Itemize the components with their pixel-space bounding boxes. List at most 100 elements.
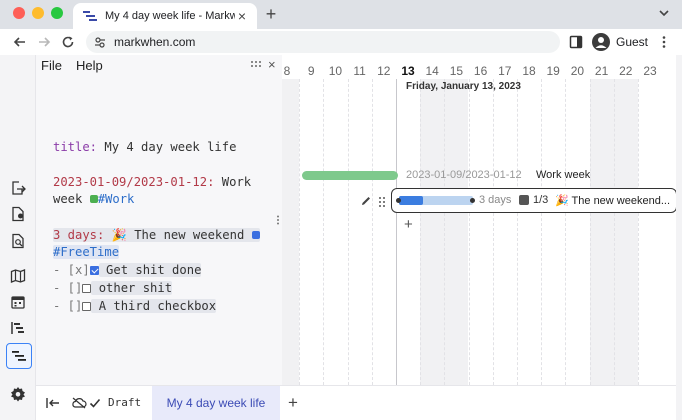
saved-check-icon [89,398,101,408]
event-bar-work-week[interactable] [302,171,398,180]
weekend-column [282,79,300,385]
browser-tab-markwhen[interactable]: My 4 day week life - Markwhen × [73,3,257,29]
address-bar[interactable]: markwhen.com [86,31,560,53]
tab-search-chevron-icon[interactable] [658,7,670,19]
weekend-column [589,79,614,385]
resize-start-handle[interactable] [396,198,401,203]
editor-menu: File Help [41,58,103,73]
freetime-duration: 3 days: [53,228,105,242]
view-sidebar [0,55,36,420]
forward-arrow-icon[interactable] [36,34,52,50]
code-line-title[interactable]: title: My 4 day week life [53,139,236,157]
today-marker-line [395,79,397,385]
day-gridline [347,79,349,385]
draft-label: Draft [108,396,142,409]
menu-file[interactable]: File [41,58,62,73]
code-line-freetime-tag[interactable]: #FreeTime [53,244,120,262]
reload-icon[interactable] [60,34,76,50]
document-tab-active[interactable]: My 4 day week life [152,386,280,420]
day-gridline [637,79,639,385]
work-event-date-range: 2023-01-09/2023-01-12 [406,169,522,181]
url-text: markwhen.com [114,35,196,49]
more-menu-icon[interactable] [656,34,672,50]
avatar-icon [592,33,610,51]
weekend-column [444,79,469,385]
add-event-button[interactable]: + [404,216,413,233]
day-gridline [541,79,543,385]
new-tab-button[interactable]: + [262,5,280,23]
day-label: 23 [643,64,657,78]
freetime-event-title: 🎉 The new weekend... [555,195,671,207]
window-close-button[interactable] [13,7,25,19]
scrollbar-track[interactable] [676,55,682,420]
work-date: 2023-01-09/2023-01-12: [53,175,215,189]
add-document-button[interactable]: + [288,393,298,413]
tab-close-icon[interactable]: × [235,9,249,23]
checkbox-2[interactable] [82,284,92,293]
work-text-1: Work [214,175,252,189]
gantt-icon[interactable] [9,319,27,337]
day-label: 18 [522,64,536,78]
panel-resize-handle-icon[interactable] [276,215,280,225]
day-gridline [492,79,494,385]
freetime-progress-fill [399,196,424,205]
file-search-icon[interactable] [9,232,27,250]
checkbox-line-1[interactable]: - [x] Get shit done [53,262,202,280]
timeline-view-icon[interactable] [6,343,32,369]
day-label: 9 [307,64,315,78]
selected-event-freetime[interactable]: 3 days 1/3 🎉 The new weekend... [391,188,677,213]
back-arrow-icon[interactable] [12,34,28,50]
checkbox-2-text: other shit [91,281,173,295]
day-label: 22 [619,64,633,78]
resize-end-handle[interactable] [470,198,475,203]
code-line-work-cont[interactable]: week #Work [53,191,134,209]
title-value: My 4 day week life [97,140,237,154]
panel-drag-grip-icon[interactable] [250,60,262,70]
cloud-off-icon[interactable] [71,397,87,409]
settings-gear-icon[interactable] [9,385,27,403]
day-label: 10 [328,64,343,78]
browser-toolbar: markwhen.com Guest [0,29,682,55]
editor-close-icon[interactable]: × [268,57,276,72]
window-zoom-button[interactable] [51,7,63,19]
freetime-text: 🎉 The new weekend [104,228,252,242]
freetime-duration-label: 3 days [479,194,512,206]
export-icon[interactable] [9,179,27,197]
file-user-icon[interactable] [9,205,27,223]
collapse-sidebar-icon[interactable] [46,397,60,409]
code-line-work[interactable]: 2023-01-09/2023-01-12: Work [53,174,251,192]
checklist-progress-icon [519,195,529,205]
checkbox-line-3[interactable]: - [] A third checkbox [53,298,217,316]
checkbox-1-prefix: - [x] [53,263,90,277]
checkbox-line-2[interactable]: - [] other shit [53,280,173,298]
editor-panel: File Help × title: My 4 day week life 20… [36,55,282,385]
menu-help[interactable]: Help [76,58,103,73]
browser-titlebar: My 4 day week life - Markwhen × + [0,0,682,29]
day-gridline [420,79,422,385]
today-date-label: Friday, January 13, 2023 [406,81,521,92]
work-tag-color-swatch [89,195,98,203]
drag-handle-icon[interactable] [378,196,386,208]
weekend-column [420,79,445,385]
site-info-icon[interactable] [94,36,106,48]
window-minimize-button[interactable] [32,7,44,19]
checkbox-1-checked[interactable] [89,266,99,275]
side-panel-icon[interactable] [568,34,584,50]
map-icon[interactable] [9,267,27,285]
work-event-name[interactable]: Work week [536,169,590,181]
day-label: 16 [473,64,488,78]
work-text-2: week [53,192,90,206]
calendar-icon[interactable] [9,293,27,311]
timeline-view[interactable]: 8 9 10 11 12 13 14 15 16 17 18 19 20 21 22 23 Friday, J… [282,55,682,385]
day-label: 19 [546,64,560,78]
day-gridline [565,79,567,385]
day-label: 21 [594,64,609,78]
checkbox-3[interactable] [82,302,92,311]
profile-button[interactable]: Guest [592,32,648,52]
weekend-column [613,79,638,385]
edit-pencil-icon[interactable] [360,195,372,207]
profile-label: Guest [616,35,649,49]
code-line-freetime[interactable]: 3 days: 🎉 The new weekend [53,227,260,245]
day-gridline [371,79,373,385]
freetime-event-bar[interactable] [399,196,473,205]
